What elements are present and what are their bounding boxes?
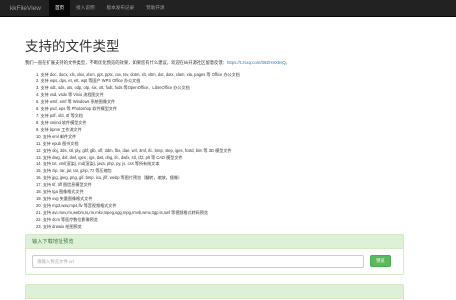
format-item: 23. 支持 drawio 绘图预览 [36, 223, 82, 229]
format-item: 17. 支持 tif, tiff 图信息模型文件 [36, 182, 92, 188]
top-navbar: kkFileView 首页 接入说明 版本发布记录 赞助开源 [0, 0, 456, 17]
main-content: 支持的文件类型 我们一直在扩展支持的文件类型，不断优化预览的效果，如果您有什么建… [0, 17, 456, 300]
format-item: 6. 支持 psd, eps 等 Photoshop 软件模型文件 [36, 106, 117, 112]
nav-item-home[interactable]: 首页 [48, 0, 71, 16]
format-item: 18. 支持 tga 图像格式文件 [36, 189, 84, 195]
url-input[interactable] [32, 254, 364, 268]
url-preview-panel: 输入下载地址预览 预览 [25, 233, 404, 275]
nav-menu: 首页 接入说明 版本发布记录 赞助开源 [48, 0, 171, 16]
format-item: 10. 支持 eml 邮件文件 [36, 133, 77, 139]
format-list: 1. 支持 doc, docx, xls, xlsx, xlsm, ppt, p… [25, 72, 431, 231]
nav-item-integration[interactable]: 接入说明 [70, 0, 100, 16]
format-item: 22. 支持 dcm 等医疗数位影像预览 [36, 216, 98, 222]
format-item: 9. 支持 bpmn 工作流文件 [36, 126, 82, 132]
next-panel-heading [26, 284, 403, 299]
nav-item-release-notes[interactable]: 版本发布记录 [101, 0, 141, 16]
page-title: 支持的文件类型 [25, 39, 120, 54]
community-link[interactable]: https://t.zsxq.com/09ZHSXbsQ。 [227, 60, 290, 65]
intro-text: 我们一直在扩展支持的文件类型，不断优化预览的效果，如果您有什么建议，欢迎在kk开… [25, 60, 431, 66]
preview-button[interactable]: 预览 [370, 255, 391, 268]
format-item: 12. 支持 obj, 3ds, stl, ply, gltf, glb, of… [36, 147, 232, 153]
format-item: 8. 支持 xmind 软件模型文件 [36, 119, 87, 125]
next-panel [25, 283, 404, 300]
intro-text-body: 我们一直在扩展支持的文件类型，不断优化预览的效果，如果您有什么建议，欢迎在kk开… [25, 59, 227, 65]
nav-item-sponsor[interactable]: 赞助开源 [140, 0, 170, 16]
format-item: 7. 支持 pdf, ofd, rtf 等文档 [36, 113, 83, 119]
format-item: 20. 支持 mp3,wav,mp4,flv 等音视频格式文件 [36, 203, 117, 209]
url-panel-heading: 输入下载地址预览 [26, 234, 403, 249]
format-item: 19. 支持 svg 矢量图像格式文件 [36, 196, 93, 202]
brand-link[interactable]: kkFileView [0, 0, 49, 16]
format-item: 11. 支持 epub 图书文档 [36, 140, 79, 146]
url-panel-body: 预览 [26, 249, 403, 274]
format-item: 21. 支持 avi,mov,rm,webm,ts,rm,mkv,mpeg,og… [36, 209, 208, 215]
format-item: 16. 支持 jpg, jpeg, png, gif, bmp, ico, jf… [36, 175, 183, 181]
